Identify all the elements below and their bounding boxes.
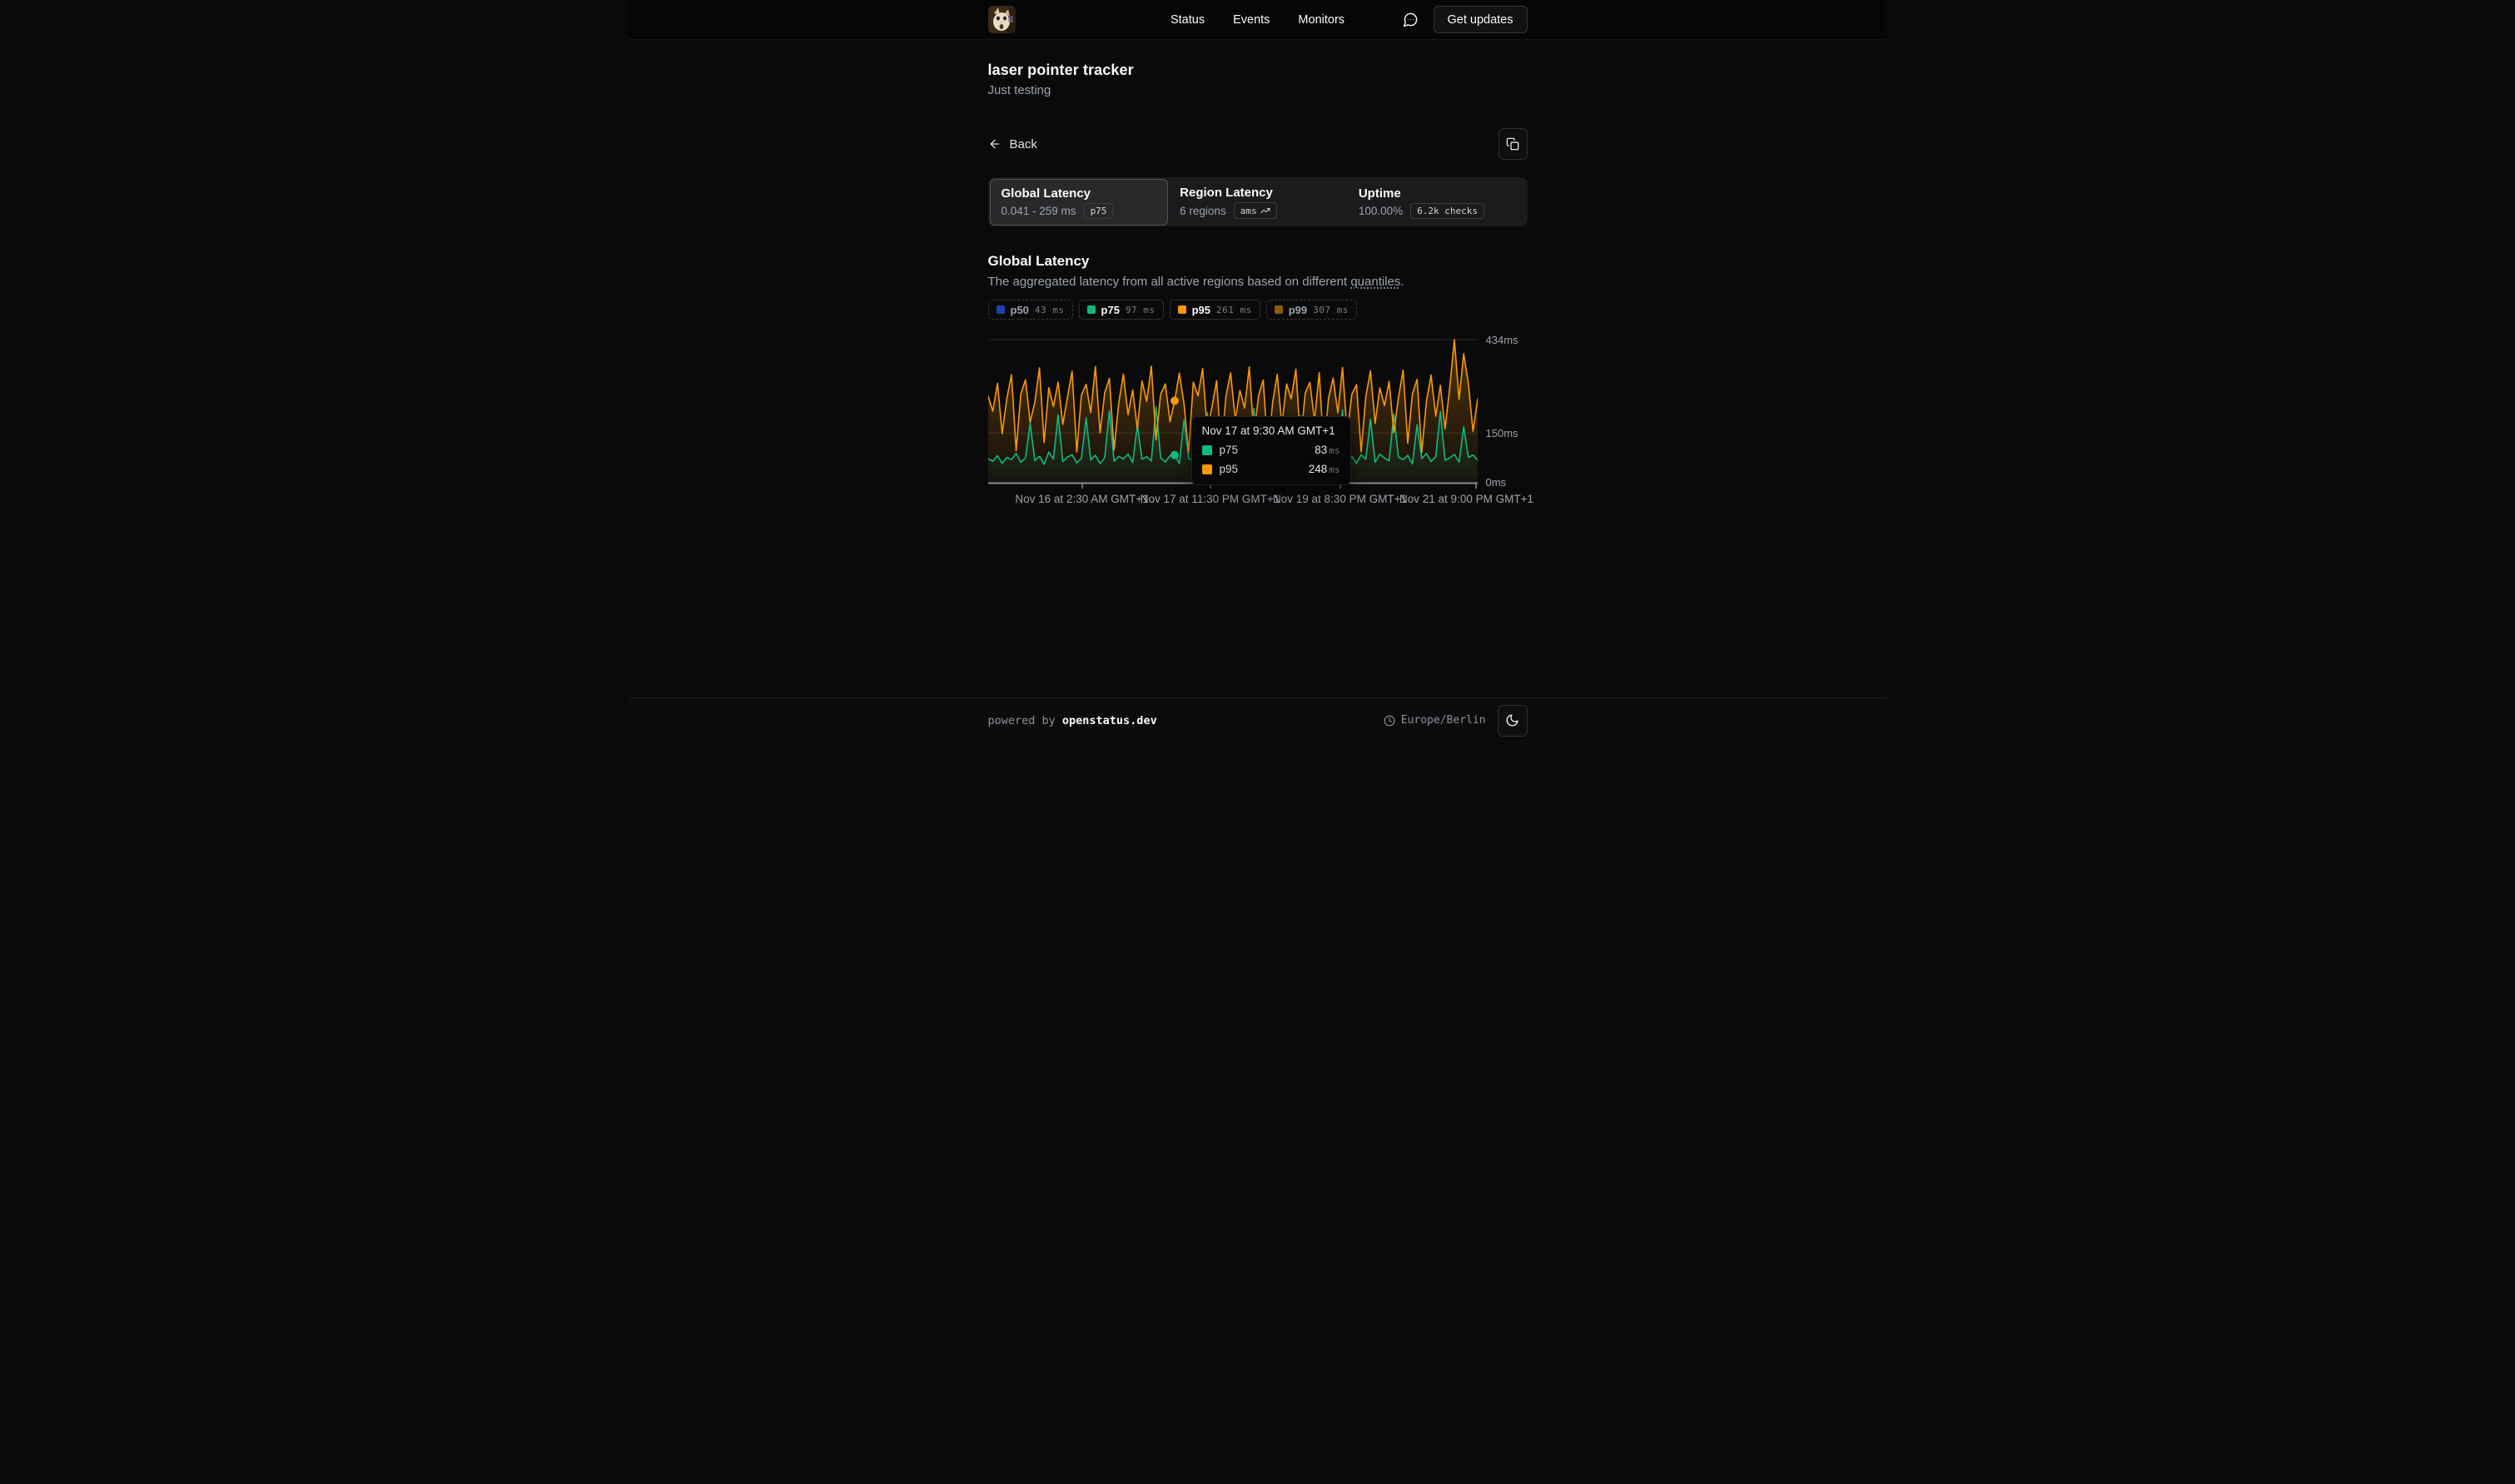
timezone-label: Europe/Berlin	[1401, 714, 1486, 727]
status-page: Status Events Monitors Get updates la	[629, 0, 1886, 742]
timezone-display: Europe/Berlin	[1384, 714, 1486, 727]
nav-link-monitors[interactable]: Monitors	[1298, 13, 1344, 27]
tooltip-timestamp: Nov 17 at 9:30 AM GMT+1	[1202, 424, 1340, 437]
tooltip-series-label: p75	[1220, 444, 1239, 456]
moon-icon	[1505, 713, 1519, 727]
tab-title: Global Latency	[1002, 186, 1157, 201]
metric-tabs: Global Latency 0.041 - 259 ms p75 Region…	[988, 177, 1528, 226]
powered-by-text: powered by	[988, 714, 1062, 727]
clock-icon	[1384, 715, 1395, 727]
quantile-badge: p75	[1084, 203, 1114, 219]
trending-up-icon	[1260, 206, 1270, 216]
p75-color-swatch	[1087, 305, 1096, 314]
legend-label: p95	[1192, 304, 1210, 316]
back-label: Back	[1010, 137, 1037, 151]
y-axis-label-mid: 150ms	[1486, 427, 1518, 439]
quantiles-link[interactable]: quantiles	[1350, 275, 1400, 289]
page-subtitle: Just testing	[988, 83, 1528, 97]
back-button[interactable]: Back	[988, 137, 1037, 151]
copy-icon	[1506, 137, 1519, 151]
tooltip-series-label: p95	[1220, 463, 1239, 475]
tooltip-row-p75: p75 83ms	[1202, 444, 1340, 456]
tab-title: Region Latency	[1180, 186, 1335, 200]
legend-pill-p95[interactable]: p95 261 ms	[1170, 300, 1260, 320]
section-description: The aggregated latency from all active r…	[988, 275, 1528, 289]
x-tick-label: Nov 19 at 8:30 PM GMT+1	[1273, 493, 1407, 505]
p75-swatch	[1202, 445, 1212, 455]
site-logo-cat-avatar[interactable]	[988, 6, 1016, 33]
tooltip-value-unit: ms	[1329, 445, 1340, 456]
copy-link-button[interactable]	[1499, 128, 1528, 160]
main-content: laser pointer tracker Just testing Back	[629, 40, 1886, 697]
powered-by: powered by openstatus.dev	[988, 714, 1157, 727]
tooltip-value: 248ms	[1309, 463, 1340, 475]
cat-logo-image	[988, 6, 1016, 33]
tooltip-value-unit: ms	[1329, 464, 1340, 475]
tab-global-latency[interactable]: Global Latency 0.041 - 259 ms p75	[990, 179, 1169, 226]
y-axis-label-zero: 0ms	[1486, 476, 1507, 489]
page-title: laser pointer tracker	[988, 62, 1528, 79]
legend-value: 307 ms	[1313, 305, 1349, 315]
p50-color-swatch	[997, 305, 1005, 314]
chart-tooltip: Nov 17 at 9:30 AM GMT+1 p75 83ms p95 248…	[1191, 416, 1351, 485]
description-period: .	[1400, 275, 1404, 289]
legend-pill-p75[interactable]: p75 97 ms	[1079, 300, 1164, 320]
latency-chart[interactable]: 434ms 150ms 0ms Nov 16 at 2:30 AM GMT+1 …	[988, 333, 1528, 509]
legend-value: 43 ms	[1035, 305, 1065, 315]
x-axis-labels: Nov 16 at 2:30 AM GMT+1 Nov 17 at 11:30 …	[988, 493, 1528, 508]
tab-uptime[interactable]: Uptime 100.00% 6.2k checks	[1347, 179, 1526, 226]
arrow-left-icon	[988, 137, 1002, 151]
get-updates-button[interactable]: Get updates	[1434, 6, 1528, 33]
region-badge: ams	[1234, 202, 1277, 219]
legend-value: 261 ms	[1216, 305, 1252, 315]
message-circle-icon	[1403, 12, 1419, 27]
page-footer: powered by openstatus.dev Europe/Berlin	[629, 697, 1886, 742]
description-text: The aggregated latency from all active r…	[988, 275, 1351, 289]
legend-label: p99	[1289, 304, 1307, 316]
p95-color-swatch	[1178, 305, 1186, 314]
footer-actions: Europe/Berlin	[1384, 705, 1528, 737]
legend-pill-p99[interactable]: p99 307 ms	[1266, 300, 1357, 320]
nav-link-status[interactable]: Status	[1171, 13, 1205, 27]
tab-value: 100.00%	[1359, 205, 1403, 217]
tooltip-value-number: 83	[1315, 444, 1327, 456]
region-badge-label: ams	[1240, 206, 1257, 216]
legend-pill-p50[interactable]: p50 43 ms	[988, 300, 1073, 320]
tab-title: Uptime	[1359, 186, 1514, 201]
x-tick-label: Nov 16 at 2:30 AM GMT+1	[1015, 493, 1148, 505]
x-tick-label: Nov 17 at 11:30 PM GMT+1	[1141, 493, 1280, 505]
top-nav: Status Events Monitors Get updates	[629, 0, 1886, 40]
tab-region-latency[interactable]: Region Latency 6 regions ams	[1168, 179, 1347, 226]
tooltip-value: 83ms	[1315, 444, 1340, 456]
openstatus-link[interactable]: openstatus.dev	[1062, 714, 1157, 727]
p95-swatch	[1202, 464, 1212, 474]
theme-toggle-button[interactable]	[1498, 705, 1528, 737]
nav-actions: Get updates	[1397, 6, 1528, 34]
chart-legend: p50 43 ms p75 97 ms p95 261 ms p99 307 m…	[988, 300, 1528, 320]
tab-value: 6 regions	[1180, 205, 1226, 217]
legend-label: p50	[1011, 304, 1029, 316]
tooltip-row-p95: p95 248ms	[1202, 463, 1340, 475]
feedback-button[interactable]	[1397, 6, 1425, 34]
checks-badge: 6.2k checks	[1410, 203, 1484, 219]
section-title: Global Latency	[988, 253, 1528, 270]
legend-label: p75	[1101, 304, 1120, 316]
p99-color-swatch	[1275, 305, 1283, 314]
tab-value: 0.041 - 259 ms	[1002, 205, 1076, 217]
x-tick-label: Nov 21 at 9:00 PM GMT+1	[1399, 493, 1533, 505]
toolbar-row: Back	[988, 128, 1528, 160]
tooltip-value-number: 248	[1309, 463, 1328, 475]
nav-link-events[interactable]: Events	[1233, 13, 1270, 27]
legend-value: 97 ms	[1126, 305, 1156, 315]
nav-menu: Status Events Monitors	[1171, 13, 1344, 27]
y-axis-label-max: 434ms	[1486, 334, 1518, 346]
